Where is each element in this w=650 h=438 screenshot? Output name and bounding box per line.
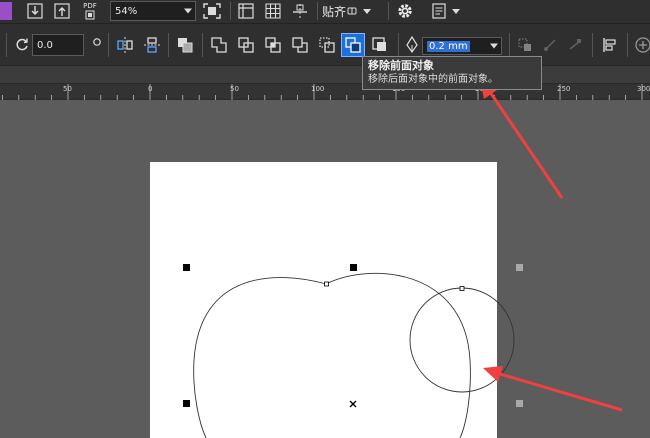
import-button[interactable] [25,1,45,21]
publish-pdf-button[interactable]: PDF [79,0,101,22]
pdf-icon [85,10,95,20]
intersect-icon [265,37,281,53]
simplify-button[interactable] [289,34,311,56]
mirror-vertical-icon [144,37,160,53]
toolbar-separator [202,33,203,57]
ruler-label: 250 [557,85,571,93]
ruler-ticks [2,84,643,101]
toolbar-separator [108,33,109,57]
front-minus-back-button[interactable] [341,33,365,57]
front-minus-back-icon [345,37,361,53]
tooltip-title: 移除前面对象 [368,59,434,72]
ruler-label: 300 [637,85,650,93]
fullscreen-icon [203,3,221,19]
mirror-horizontal-button[interactable] [114,34,136,56]
create-boundary-button[interactable] [369,34,391,56]
ruler-label: 50 [230,85,239,93]
convert-curves-icon [518,38,531,51]
export-icon [54,3,70,19]
toolbar-separator [317,2,318,20]
chevron-down-icon [490,43,498,49]
options-button[interactable] [393,0,417,22]
horizontal-ruler[interactable]: 50 0 50 100 150 200 250 300 [0,83,650,101]
snap-icon [347,7,357,15]
ruler-label: 50 [63,85,72,93]
gear-icon [398,4,412,18]
outline-pen-icon [403,34,421,56]
align-icon [603,38,616,52]
toolbar-separator [168,33,169,57]
chevron-down-icon [451,8,460,14]
snap-to-label: 贴齐 [322,4,347,19]
zoom-level-value: 54% [115,5,138,17]
trim-button[interactable] [235,34,257,56]
mirror-horizontal-icon [117,37,133,53]
outline-width-value: 0.2 mm [427,40,470,52]
zoom-level-dropdown[interactable]: 54% [110,1,196,21]
break-apart-button[interactable] [539,34,561,56]
mirror-vertical-button[interactable] [141,34,163,56]
tooltip-description: 移除后面对象中的前面对象。 [368,74,498,85]
rotation-angle-input[interactable]: 0.0 [32,34,84,56]
trim-icon [238,37,254,53]
node-edit-button[interactable] [564,34,586,56]
tooltip: 移除前面对象 移除后面对象中的前面对象。 [362,56,542,90]
grid-icon [265,3,281,19]
full-screen-button[interactable] [201,1,223,21]
simplify-icon [292,37,308,53]
rotation-icon [12,34,32,54]
app-window: { "toolbar_top": { "zoom_value": "54%", … [0,0,650,438]
weld-button[interactable] [208,34,230,56]
ruler-label: 0 [148,85,153,93]
pdf-label: PDF [83,2,97,10]
snap-to-dropdown[interactable]: 贴齐 [322,1,384,21]
toolbar-separator [6,33,7,57]
document-icon [431,3,446,19]
toolbar-separator [592,33,593,57]
show-rulers-button[interactable] [235,1,257,21]
toolbar-separator [627,33,628,57]
guidelines-icon [293,4,307,18]
ruler-label: 100 [311,85,325,93]
toolbar-separator [398,33,399,57]
back-minus-front-button[interactable] [316,34,338,56]
document-tab-strip [0,65,650,83]
app-icon[interactable] [0,2,12,20]
property-bar: 0.0 0.2 mm [0,23,650,65]
show-guidelines-button[interactable] [289,1,311,21]
outline-width-dropdown[interactable]: 0.2 mm [422,37,502,55]
toolbar-separator [230,2,231,20]
toolbar-separator [388,2,389,20]
rotation-angle-value: 0.0 [37,39,53,51]
application-launcher-button[interactable] [426,1,464,21]
combine-button[interactable] [174,34,196,56]
chevron-down-icon [363,8,372,14]
align-distribute-button[interactable] [599,34,621,56]
chevron-down-icon [184,8,192,14]
plus-circle-icon [635,37,650,53]
break-apart-icon [544,39,556,51]
intersect-button[interactable] [262,34,284,56]
show-grid-button[interactable] [262,1,284,21]
degree-symbol-icon [91,36,103,48]
weld-icon [211,37,227,53]
node-edit-icon [569,39,581,50]
document-page[interactable] [150,162,497,438]
import-icon [27,3,43,19]
toolbar-separator [509,33,510,57]
export-button[interactable] [52,1,72,21]
standard-toolbar: PDF 54% 贴齐 [0,0,650,23]
convert-to-curves-button[interactable] [514,34,536,56]
add-button[interactable] [632,34,650,56]
boundary-icon [372,37,386,51]
back-minus-front-icon [319,37,335,53]
rulers-icon [238,3,254,19]
combine-icon [178,38,193,53]
